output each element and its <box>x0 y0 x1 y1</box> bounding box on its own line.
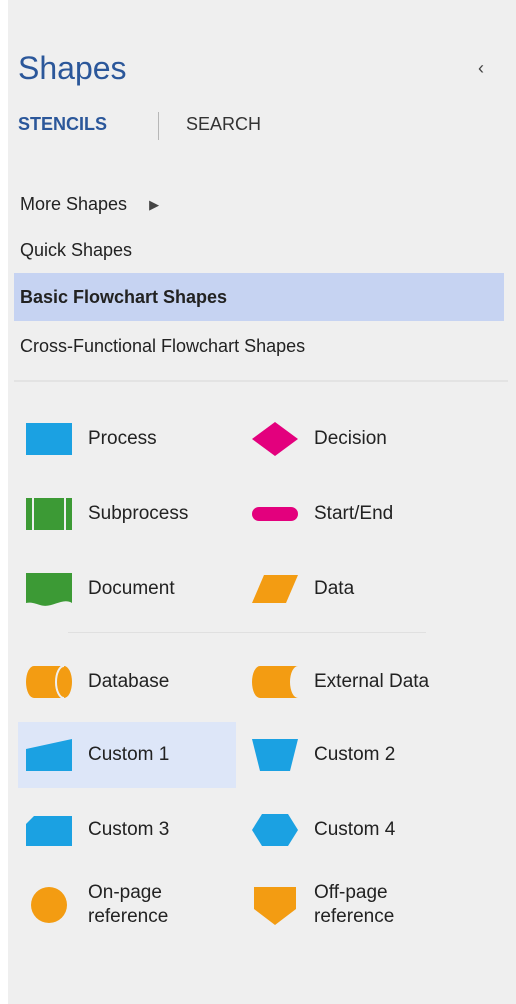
tab-divider <box>158 112 159 140</box>
stencil-cross-functional-flowchart-shapes[interactable]: Cross-Functional Flowchart Shapes <box>14 322 504 370</box>
shape-custom-3[interactable]: Custom 3 <box>18 797 236 863</box>
custom-1-icon <box>26 739 72 771</box>
shape-label: Process <box>88 428 157 450</box>
shape-label: Start/End <box>314 503 394 525</box>
shapes-panel: Shapes ‹ STENCILS SEARCH More Shapes ▶ Qu… <box>8 0 516 1004</box>
shape-process[interactable]: Process <box>18 406 236 472</box>
stencil-label: Quick Shapes <box>20 240 133 260</box>
process-icon <box>26 423 72 455</box>
stencil-basic-flowchart-shapes[interactable]: Basic Flowchart Shapes <box>14 273 504 321</box>
tab-search[interactable]: SEARCH <box>186 114 261 135</box>
stencil-quick-shapes[interactable]: Quick Shapes <box>14 226 504 274</box>
shape-document[interactable]: Document <box>18 556 236 622</box>
shape-group-divider <box>68 632 426 633</box>
shape-label: Decision <box>314 428 387 450</box>
section-divider <box>14 380 508 382</box>
shape-custom-2[interactable]: Custom 2 <box>244 722 462 788</box>
shape-label: Off-page reference <box>314 882 395 927</box>
custom-3-icon <box>26 816 72 846</box>
shape-label: External Data <box>314 671 430 693</box>
shape-label: Custom 1 <box>88 744 170 766</box>
data-icon <box>252 575 298 603</box>
start-end-icon <box>252 507 298 521</box>
shape-off-page-reference[interactable]: Off-page reference <box>244 872 462 938</box>
panel-title: Shapes <box>18 50 127 86</box>
shape-database[interactable]: Database <box>18 649 236 715</box>
decision-icon <box>252 422 298 456</box>
custom-2-icon <box>252 739 298 771</box>
shape-label: Custom 3 <box>88 819 170 841</box>
on-page-reference-icon <box>31 887 67 923</box>
database-icon <box>26 665 72 699</box>
collapse-panel-button[interactable]: ‹ <box>478 58 484 79</box>
subprocess-icon <box>26 498 72 530</box>
stencil-label: Cross-Functional Flowchart Shapes <box>20 336 306 356</box>
shape-label: On-page reference <box>88 882 169 927</box>
custom-4-icon <box>252 814 298 846</box>
shape-label: Custom 4 <box>314 819 396 841</box>
shape-decision[interactable]: Decision <box>244 406 462 472</box>
shape-label: Data <box>314 578 355 600</box>
stencil-label: Basic Flowchart Shapes <box>20 287 228 307</box>
shape-on-page-reference[interactable]: On-page reference <box>18 872 236 938</box>
shape-start-end[interactable]: Start/End <box>244 481 462 547</box>
shape-external-data[interactable]: External Data <box>244 649 462 715</box>
external-data-icon <box>252 666 298 698</box>
tab-stencils[interactable]: STENCILS <box>18 114 107 135</box>
shape-label: Database <box>88 671 170 693</box>
document-icon <box>26 573 72 606</box>
shape-label: Subprocess <box>88 503 189 525</box>
shape-label: Custom 2 <box>314 744 396 766</box>
shape-data[interactable]: Data <box>244 556 462 622</box>
shape-subprocess[interactable]: Subprocess <box>18 481 236 547</box>
shape-custom-1[interactable]: Custom 1 <box>18 722 236 788</box>
submenu-arrow-icon: ▶ <box>149 197 160 213</box>
shape-label: Document <box>88 578 175 600</box>
off-page-reference-icon <box>254 887 296 925</box>
shape-custom-4[interactable]: Custom 4 <box>244 797 462 863</box>
stencil-more-shapes[interactable]: More Shapes ▶ <box>14 180 504 228</box>
stencil-label: More Shapes <box>20 194 128 214</box>
